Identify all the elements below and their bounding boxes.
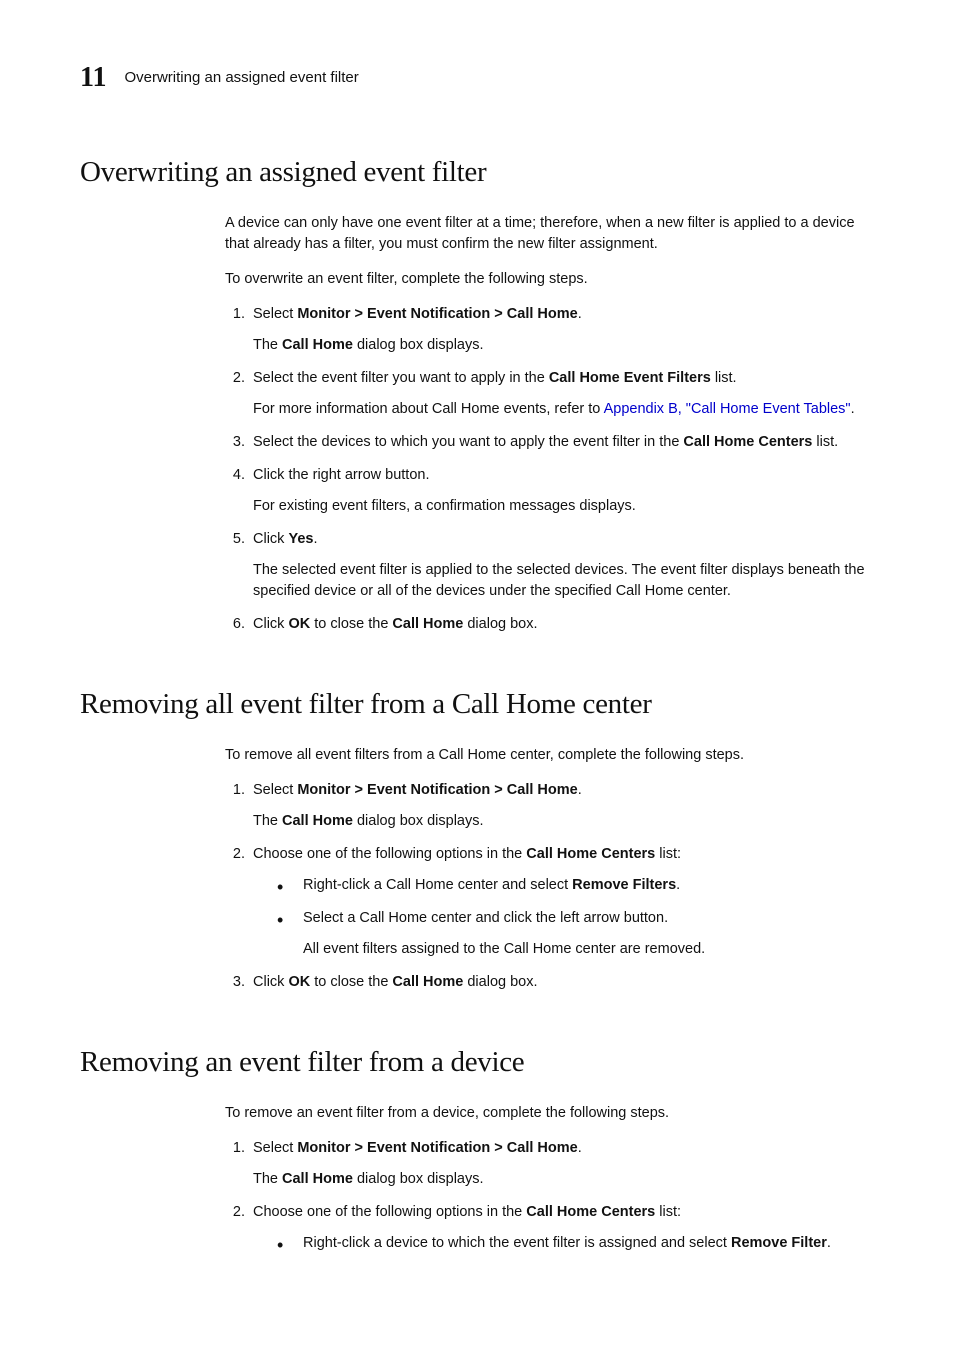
steps-list: Select Monitor > Event Notification > Ca… <box>225 304 879 635</box>
step-1: Select Monitor > Event Notification > Ca… <box>249 304 879 356</box>
option-left-arrow: Select a Call Home center and click the … <box>277 908 879 960</box>
option-result: All event filters assigned to the Call H… <box>303 939 879 960</box>
option-remove-filters: Right-click a Call Home center and selec… <box>277 875 879 896</box>
step-5-result: The selected event filter is applied to … <box>253 560 879 602</box>
heading-removing-device: Removing an event filter from a device <box>80 1041 879 1083</box>
header-title: Overwriting an assigned event filter <box>124 67 358 89</box>
lead-paragraph: To overwrite an event filter, complete t… <box>225 269 879 290</box>
step-4-result: For existing event filters, a confirmati… <box>253 496 879 517</box>
heading-overwriting: Overwriting an assigned event filter <box>80 151 879 193</box>
section-overwriting: Overwriting an assigned event filter A d… <box>80 151 879 635</box>
step-2-note: For more information about Call Home eve… <box>253 399 879 420</box>
page-header: 11 Overwriting an assigned event filter <box>80 58 879 99</box>
step-6: Click OK to close the Call Home dialog b… <box>249 614 879 635</box>
heading-removing-all: Removing all event filter from a Call Ho… <box>80 683 879 725</box>
chapter-number: 11 <box>80 58 106 99</box>
appendix-link[interactable]: Appendix B, "Call Home Event Tables" <box>604 401 851 417</box>
step-1-result: The Call Home dialog box displays. <box>253 811 879 832</box>
steps-list: Select Monitor > Event Notification > Ca… <box>225 780 879 993</box>
lead-paragraph: To remove an event filter from a device,… <box>225 1103 879 1124</box>
step-5: Click Yes. The selected event filter is … <box>249 529 879 602</box>
step-3: Select the devices to which you want to … <box>249 432 879 453</box>
step-1: Select Monitor > Event Notification > Ca… <box>249 1138 879 1190</box>
step-2: Choose one of the following options in t… <box>249 1202 879 1254</box>
step-4: Click the right arrow button. For existi… <box>249 465 879 517</box>
step-1-result: The Call Home dialog box displays. <box>253 1169 879 1190</box>
step-2: Select the event filter you want to appl… <box>249 368 879 420</box>
section-removing-all: Removing all event filter from a Call Ho… <box>80 683 879 993</box>
options-list: Right-click a Call Home center and selec… <box>277 875 879 960</box>
options-list: Right-click a device to which the event … <box>277 1233 879 1254</box>
lead-paragraph: To remove all event filters from a Call … <box>225 745 879 766</box>
step-3: Click OK to close the Call Home dialog b… <box>249 972 879 993</box>
option-remove-filter: Right-click a device to which the event … <box>277 1233 879 1254</box>
steps-list: Select Monitor > Event Notification > Ca… <box>225 1138 879 1254</box>
intro-paragraph: A device can only have one event filter … <box>225 213 879 255</box>
step-1: Select Monitor > Event Notification > Ca… <box>249 780 879 832</box>
section-removing-device: Removing an event filter from a device T… <box>80 1041 879 1254</box>
step-2: Choose one of the following options in t… <box>249 844 879 960</box>
step-1-result: The Call Home dialog box displays. <box>253 335 879 356</box>
